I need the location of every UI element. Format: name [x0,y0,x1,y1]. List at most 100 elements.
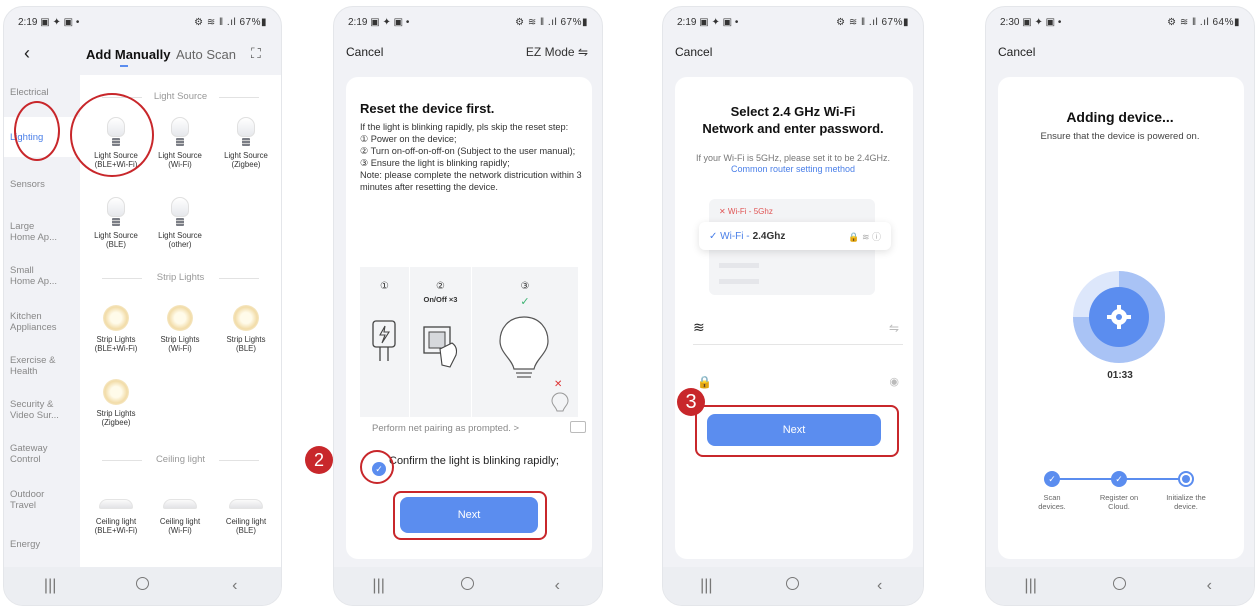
home-icon[interactable] [122,577,162,595]
strip-light-icon [167,305,193,331]
sidebar-item-outdoor[interactable]: Outdoor Travel [4,489,80,511]
bulb-icon [171,197,189,227]
device-light-zigbee[interactable]: Light Source (Zigbee) [212,113,280,169]
back-icon[interactable]: ‹ [1189,577,1229,595]
video-icon[interactable] [570,421,586,433]
ez-mode-switch[interactable]: EZ Mode ⇋ [526,45,588,59]
sidebar-item-label: Small Home Ap... [10,265,57,287]
step-current-icon [1178,471,1194,487]
step-badge-2-outside: 2 [305,446,333,474]
sidebar-item-gateway[interactable]: Gateway Control [4,443,80,465]
bulb-icon [237,117,255,147]
sidebar-item-small-home[interactable]: Small Home Ap... [4,265,80,287]
device-label: Light Source (Wi-Fi) [158,151,202,169]
device-ceiling-ble[interactable]: Ceiling light (BLE) [212,479,280,535]
device-strip-wifi[interactable]: Strip Lights (Wi-Fi) [146,297,214,353]
device-ceiling-wifi[interactable]: Ceiling light (Wi-Fi) [146,479,214,535]
recent-apps-icon[interactable]: ||| [1011,577,1051,595]
switch-hand-icon [423,326,458,368]
device-label: Strip Lights (Zigbee) [96,409,136,427]
device-strip-ble[interactable]: Strip Lights (BLE) [212,297,280,353]
device-ceiling-ble-wifi[interactable]: Ceiling light (BLE+Wi-Fi) [82,479,150,535]
cancel-button[interactable]: Cancel [998,45,1035,59]
device-label: Strip Lights (Wi-Fi) [160,335,200,353]
strip-light-icon [233,305,259,331]
top-header: ‹ Add Manually Auto Scan ⛶ [4,41,281,71]
tab-add-manually[interactable]: Add Manually [86,47,171,67]
device-label: Light Source (Zigbee) [224,151,268,169]
sidebar-item-label: Sensors [10,179,45,190]
status-bar: 2:30 ▣ ✦ ▣ • ⚙ ≋ ‖ .ıl 64%▮ [1000,15,1240,29]
section-title-light-source: Light Source [80,91,281,102]
wifi-ssid-field[interactable]: ≋ ⇋ [693,317,903,345]
device-light-other[interactable]: Light Source (other) [146,193,214,249]
switch-network-icon[interactable]: ⇋ [889,321,899,335]
device-strip-zigbee[interactable]: Strip Lights (Zigbee) [82,371,150,427]
wifi-24ghz-row: ✓ Wi-Fi - 2.4Ghz 🔒 ≋ ⓘ [699,222,891,250]
device-label: Ceiling light (Wi-Fi) [159,517,201,535]
device-strip-ble-wifi[interactable]: Strip Lights (BLE+Wi-Fi) [82,297,150,353]
section-title-ceiling-light: Ceiling light [80,454,281,465]
home-icon[interactable] [1100,577,1140,595]
sidebar-item-sensors[interactable]: Sensors [4,179,80,190]
instruction-line: ② Turn on-off-on-off-on (Subject to the … [360,146,576,156]
check-icon: ✓ [520,296,530,308]
cancel-button[interactable]: Cancel [346,45,383,59]
device-label: Ceiling light (BLE) [225,517,267,535]
back-icon[interactable]: ‹ [537,577,577,595]
sidebar-item-label: Security & Video Sur... [10,399,59,421]
status-left-icons: ▣ ✦ ▣ • [370,16,410,28]
section-title-strip-lights: Strip Lights [80,272,281,283]
device-light-ble[interactable]: Light Source (BLE) [82,193,150,249]
device-label: Light Source (BLE+Wi-Fi) [94,151,138,169]
progress-ring [1073,271,1165,363]
bulb-icon [107,197,125,227]
recent-apps-icon[interactable]: ||| [686,577,726,595]
sidebar-item-large-home[interactable]: Large Home Ap... [4,221,80,243]
wifi-password-field[interactable]: 🔒 ◉ [693,371,903,399]
sidebar-item-energy[interactable]: Energy [4,539,80,550]
net-pairing-link[interactable]: Perform net pairing as prompted. > [372,423,519,434]
category-sidebar: Electrical Lighting Sensors Large Home A… [4,75,80,567]
android-nav-bar: ||| ‹ [334,567,602,605]
scan-qr-icon[interactable]: ⛶ [251,45,261,62]
lock-icon: 🔒 [697,375,712,389]
home-icon[interactable] [773,577,813,595]
step-label-initialize: Initialize the device. [1166,493,1206,511]
confirm-label: Confirm the light is blinking rapidly; [389,455,559,467]
ceiling-light-icon [229,499,263,509]
recent-apps-icon[interactable]: ||| [30,577,70,595]
cancel-button[interactable]: Cancel [675,45,712,59]
lock-wifi-info-icon: 🔒 ≋ ⓘ [848,231,881,242]
small-bulb-icon [551,392,569,412]
step-label-scan: Scan devices. [1038,493,1066,511]
sidebar-item-kitchen[interactable]: Kitchen Appliances [4,311,80,333]
status-left-icons: ▣ ✦ ▣ • [699,16,739,28]
home-icon[interactable] [448,577,488,595]
confirm-checkbox[interactable]: ✓ [372,462,386,476]
back-icon[interactable]: ‹ [215,577,255,595]
back-chevron-icon[interactable]: ‹ [24,43,30,64]
eye-icon[interactable]: ◉ [889,375,899,388]
countdown-timer: 01:33 [1107,370,1133,381]
next-button[interactable]: Next [400,497,538,533]
back-icon[interactable]: ‹ [860,577,900,595]
sidebar-item-security[interactable]: Security & Video Sur... [4,399,80,421]
tab-auto-scan[interactable]: Auto Scan [176,47,236,62]
sidebar-item-exercise[interactable]: Exercise & Health [4,355,80,377]
step-done-icon: ✓ [1111,471,1127,487]
sidebar-item-label: Large Home Ap... [10,221,57,243]
router-setting-link[interactable]: Common router setting method [731,164,855,174]
status-right-icons: ⚙ ≋ ‖ .ıl 67%▮ [836,16,909,28]
wifi-24-prefix: ✓ Wi-Fi - [709,230,750,242]
device-label: Light Source (other) [158,231,202,249]
sidebar-item-electrical[interactable]: Electrical [4,87,80,98]
status-bar: 2:19 ▣ ✦ ▣ • ⚙ ≋ ‖ .ıl 67%▮ [677,15,909,29]
next-button[interactable]: Next [707,414,881,446]
recent-apps-icon[interactable]: ||| [359,577,399,595]
sidebar-item-label: Lighting [10,132,44,143]
step-done-icon: ✓ [1044,471,1060,487]
device-light-ble-wifi[interactable]: Light Source (BLE+Wi-Fi) [82,113,150,169]
device-light-wifi[interactable]: Light Source (Wi-Fi) [146,113,214,169]
sidebar-item-lighting[interactable]: Lighting [4,117,80,157]
